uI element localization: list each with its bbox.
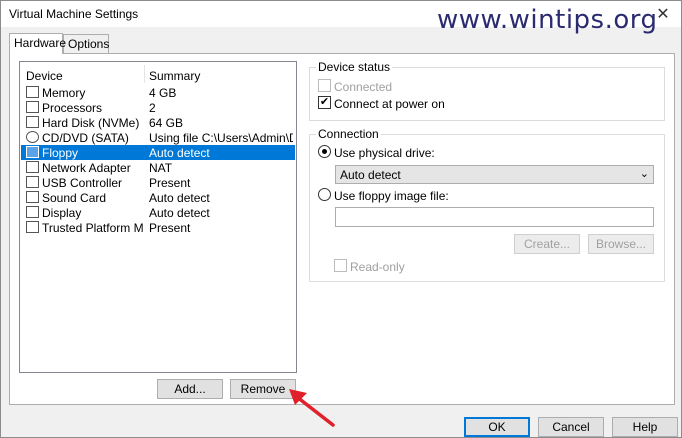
device-row-tpm[interactable]: Trusted Platform Mo... Present [21,220,295,235]
use-floppy-image-radio[interactable] [318,188,331,201]
device-name: Memory [42,86,86,100]
device-name: Floppy [42,146,79,160]
ok-button[interactable]: OK [464,417,530,437]
network-adapter-icon [26,161,39,173]
help-button[interactable]: Help [612,417,678,437]
connect-at-power-on-label: Connect at power on [334,97,445,111]
device-summary: 4 GB [149,86,177,100]
use-floppy-image-label: Use floppy image file: [334,189,449,203]
tpm-chip-icon [26,221,39,233]
read-only-checkbox[interactable] [334,259,347,272]
memory-icon [26,86,39,98]
window-title: Virtual Machine Settings [9,7,139,21]
monitor-icon [26,206,39,218]
floppy-image-path-input[interactable] [335,207,654,227]
connected-checkbox[interactable] [318,79,331,92]
cd-dvd-icon [26,131,39,143]
device-row-floppy[interactable]: Floppy Auto detect [21,145,295,160]
device-name: CD/DVD (SATA) [42,131,129,145]
device-list-header: Device Summary [20,62,296,84]
device-row-sound-card[interactable]: Sound Card Auto detect [21,190,295,205]
tab-options-label: Options [68,37,110,51]
watermark: www.wintips.org [437,5,658,35]
device-name: Network Adapter [42,161,131,175]
hard-disk-icon [26,116,39,128]
floppy-icon [26,146,39,158]
cancel-button[interactable]: Cancel [538,417,604,437]
column-separator[interactable] [144,65,145,83]
device-row-cd-dvd[interactable]: CD/DVD (SATA) Using file C:\Users\Admin\… [21,130,295,145]
device-summary: Auto detect [149,146,210,160]
device-summary: Auto detect [149,206,210,220]
device-summary: Using file C:\Users\Admin\Do... [149,131,293,145]
device-summary: NAT [149,161,173,175]
vm-settings-window: Virtual Machine Settings ✕ www.wintips.o… [0,0,682,438]
device-row-memory[interactable]: Memory 4 GB [21,85,295,100]
radio-selected-dot [322,149,327,154]
device-summary: Present [149,221,191,235]
column-summary[interactable]: Summary [149,69,200,83]
device-summary: 64 GB [149,116,184,130]
device-summary: Present [149,176,191,190]
device-name: Sound Card [42,191,107,205]
speaker-icon [26,191,39,203]
device-name: USB Controller [42,176,123,190]
device-name: Processors [42,101,103,115]
device-row-processors[interactable]: Processors 2 [21,100,295,115]
read-only-label: Read-only [350,260,405,274]
tab-options[interactable]: Options [63,34,109,54]
connect-at-power-on-checkbox[interactable]: ✔ [318,96,331,109]
tab-hardware-label: Hardware [14,36,67,50]
column-device[interactable]: Device [26,69,63,83]
device-name: Trusted Platform Mo... [42,221,144,235]
annotation-arrow-shaft [295,395,335,427]
annotation-arrow-icon [289,389,335,427]
device-row-network-adapter[interactable]: Network Adapter NAT [21,160,295,175]
device-name: Hard Disk (NVMe) [42,116,140,130]
device-row-hard-disk[interactable]: Hard Disk (NVMe) 64 GB [21,115,295,130]
connected-label: Connected [334,80,393,94]
connection-legend: Connection [316,127,381,141]
physical-drive-select[interactable]: Auto detect ⌄ [335,165,654,184]
create-image-button[interactable]: Create... [514,234,580,254]
usb-icon [26,176,39,188]
device-status-group: Device status [309,60,665,121]
use-physical-drive-label: Use physical drive: [334,146,435,160]
tab-hardware[interactable]: Hardware [9,33,67,54]
device-summary: 2 [149,101,156,115]
browse-image-button[interactable]: Browse... [588,234,654,254]
device-status-legend: Device status [316,60,393,74]
device-summary: Auto detect [149,191,210,205]
use-physical-drive-radio[interactable] [318,145,331,158]
chevron-down-icon: ⌄ [639,168,649,180]
processor-icon [26,101,39,113]
device-row-usb-controller[interactable]: USB Controller Present [21,175,295,190]
add-device-button[interactable]: Add... [157,379,223,399]
device-row-display[interactable]: Display Auto detect [21,205,295,220]
device-list[interactable]: Device Summary Memory 4 GB Processors 2 … [19,61,297,373]
physical-drive-value: Auto detect [340,168,401,182]
device-name: Display [42,206,82,220]
